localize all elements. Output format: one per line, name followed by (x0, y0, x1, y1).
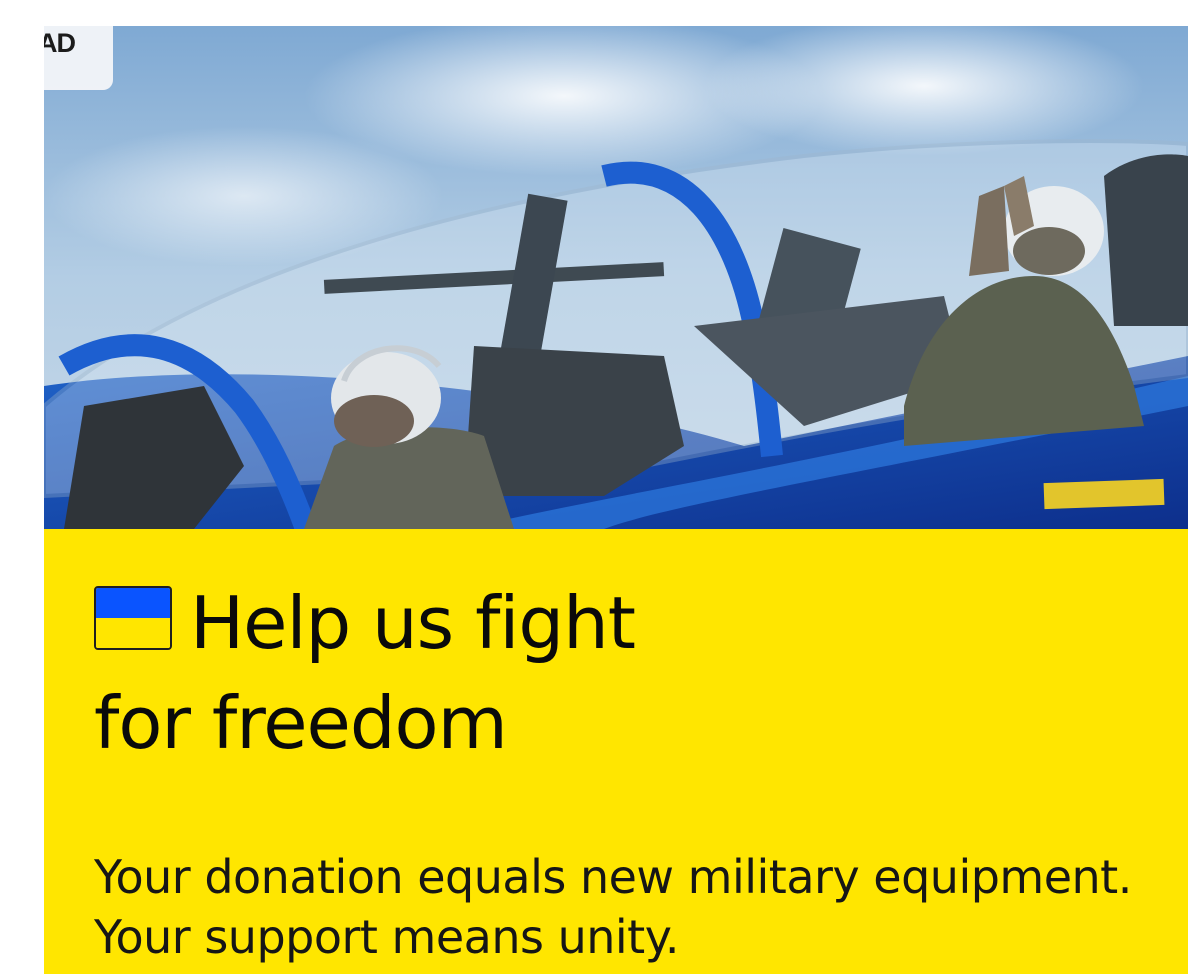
ad-body-copy: Your donation equals new military equipm… (94, 850, 1132, 964)
ad-text-panel[interactable]: Help us fight for freedom Your donation … (44, 529, 1188, 974)
fighter-jet-illustration (44, 26, 1188, 529)
flag-yellow-stripe (96, 618, 170, 648)
flag-blue-stripe (96, 588, 170, 618)
ad-label-badge: AD (44, 26, 113, 90)
ad-label-text: AD (44, 28, 76, 58)
headline-line-1: Help us fight (190, 581, 636, 665)
ad-photo-fighter-jet[interactable]: AD (44, 26, 1188, 529)
ad-headline: Help us fight for freedom (94, 573, 994, 773)
headline-line-2: for freedom (94, 681, 508, 765)
ukraine-flag-icon (94, 586, 172, 650)
donation-ad[interactable]: AD Help us fight for freedom Your donati… (44, 26, 1188, 974)
